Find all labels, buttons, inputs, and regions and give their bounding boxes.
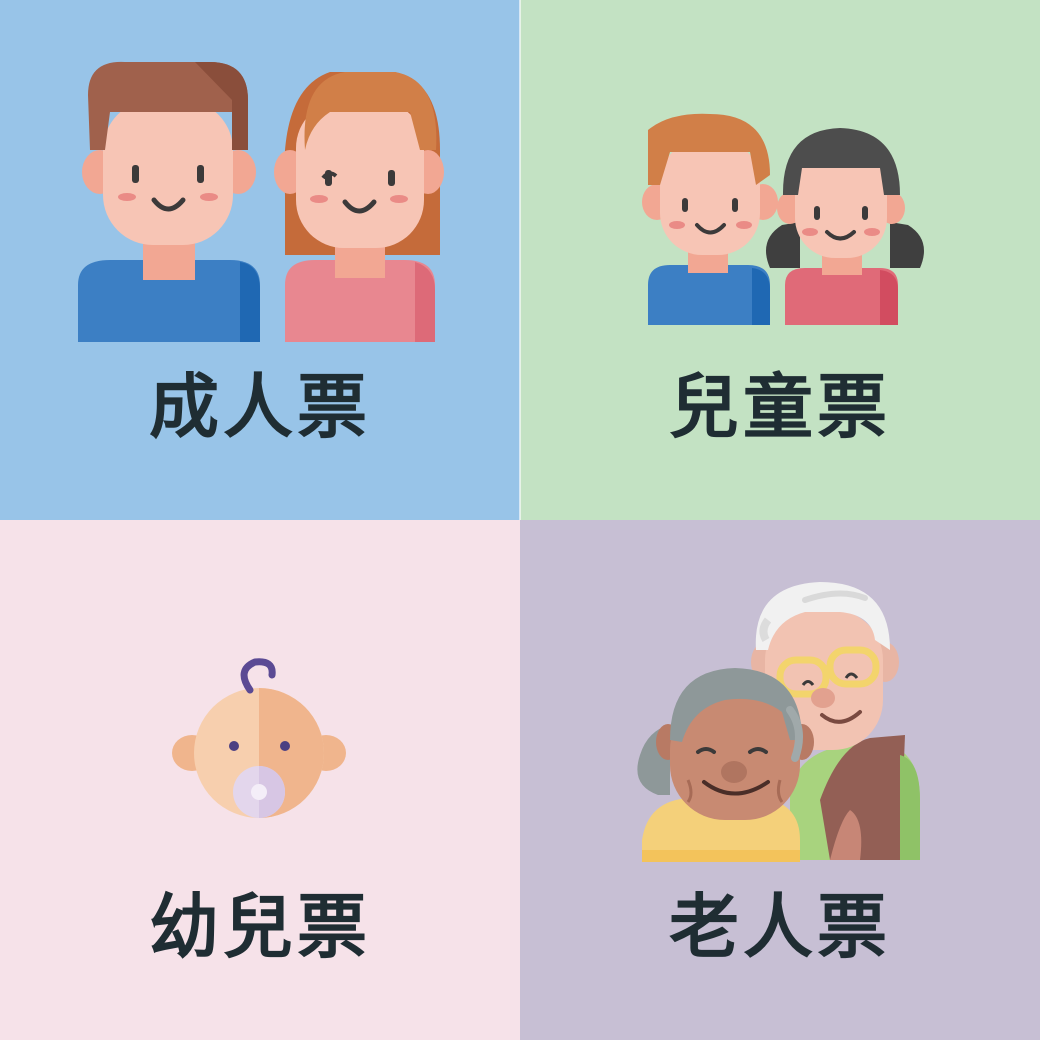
ticket-tile-senior[interactable]: 老人票 — [520, 520, 1040, 1040]
ticket-label-adult: 成人票 — [149, 366, 371, 448]
ticket-tile-child[interactable]: 兒童票 — [520, 0, 1040, 520]
ticket-tile-adult[interactable]: 成人票 — [0, 0, 520, 520]
ticket-tile-infant[interactable]: 幼兒票 — [0, 520, 520, 1040]
ticket-label-child: 兒童票 — [669, 366, 891, 448]
ticket-type-grid: 成人票 兒童票 幼兒票 老人票 — [0, 0, 1040, 1040]
tile-divider — [519, 0, 521, 520]
ticket-label-infant: 幼兒票 — [149, 886, 371, 968]
ticket-label-senior: 老人票 — [669, 886, 891, 968]
